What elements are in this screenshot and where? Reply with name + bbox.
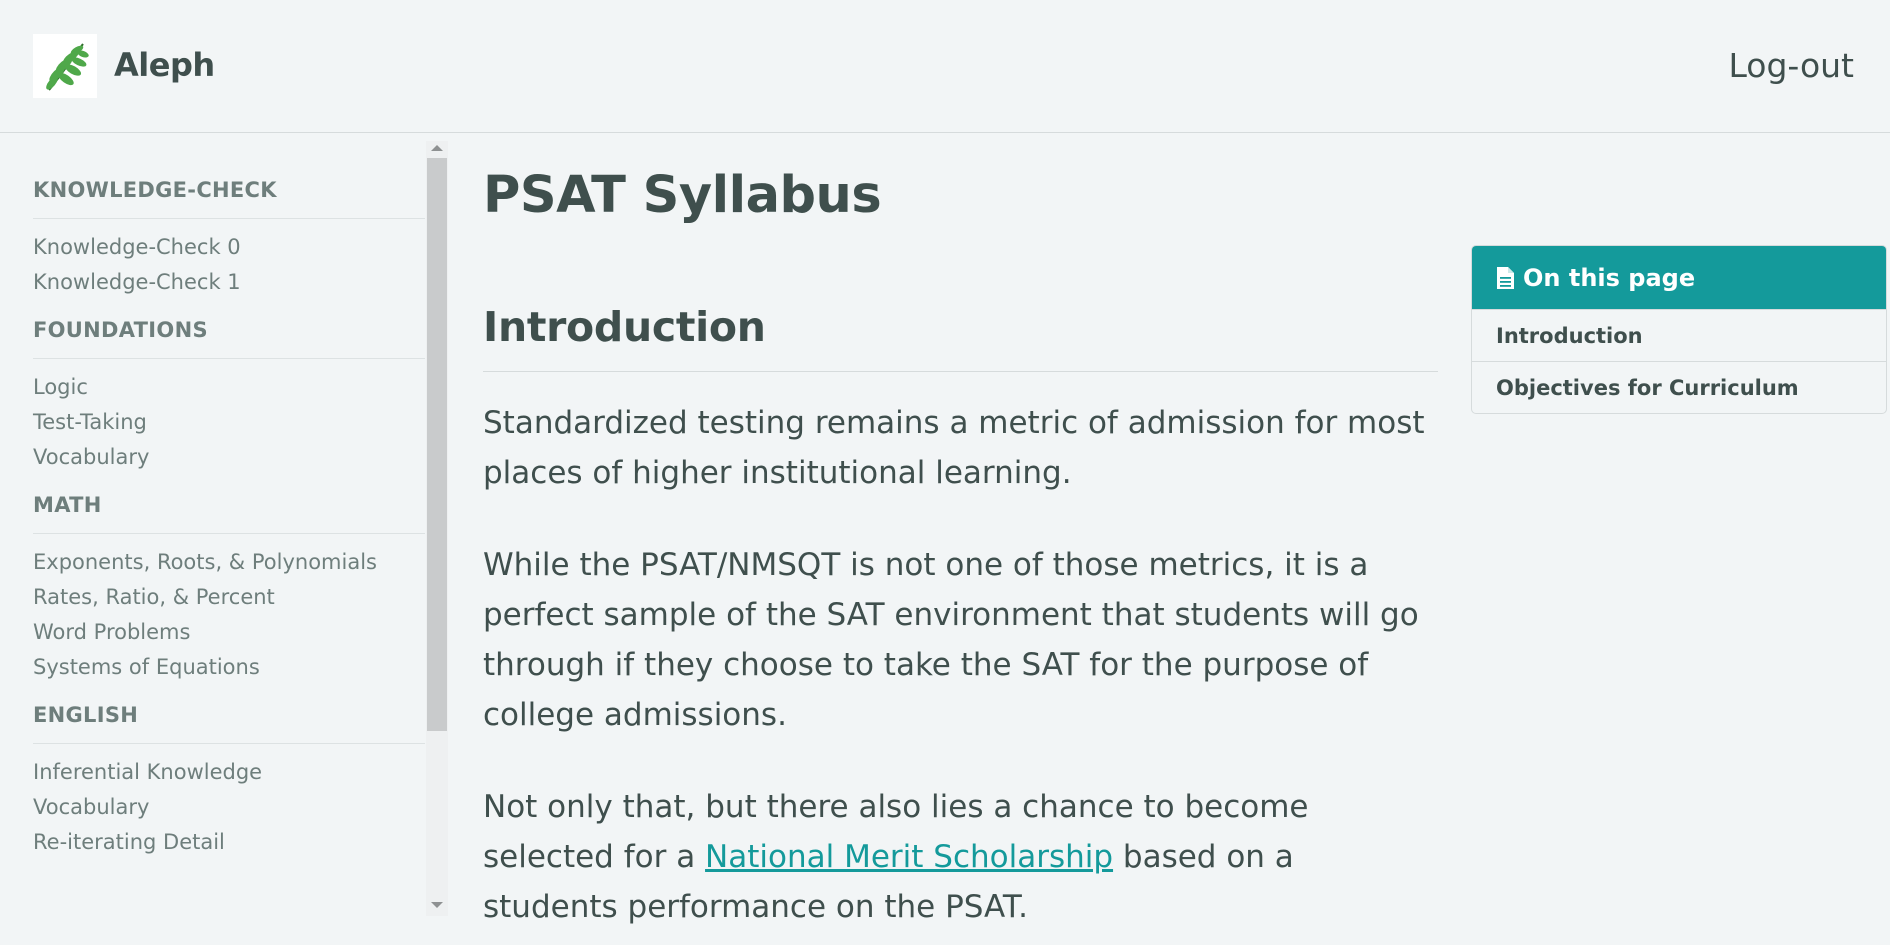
logout-link[interactable]: Log-out xyxy=(1728,46,1854,85)
sidebar-item-knowledge-check-1[interactable]: Knowledge-Check 1 xyxy=(33,266,425,301)
sidebar-item-logic[interactable]: Logic xyxy=(33,371,425,406)
national-merit-scholarship-link[interactable]: National Merit Scholarship xyxy=(705,839,1113,875)
scroll-down-arrow-icon[interactable] xyxy=(431,902,443,908)
toc-title: On this page xyxy=(1523,263,1696,292)
sidebar-section-english: ENGLISH Inferential Knowledge Vocabulary… xyxy=(33,702,425,861)
scroll-up-arrow-icon[interactable] xyxy=(431,145,443,151)
sidebar-section-title: ENGLISH xyxy=(33,702,425,744)
introduction-heading: Introduction xyxy=(483,303,1438,372)
sidebar-nav: KNOWLEDGE-CHECK Knowledge-Check 0 Knowle… xyxy=(33,177,425,877)
top-header: Aleph Log-out xyxy=(0,0,1890,133)
sidebar-section-title: MATH xyxy=(33,492,425,534)
brand-name[interactable]: Aleph xyxy=(114,46,215,84)
scrollbar-thumb[interactable] xyxy=(427,158,447,731)
sidebar-item-re-iterating-detail[interactable]: Re-iterating Detail xyxy=(33,826,425,861)
on-this-page-panel: On this page Introduction Objectives for… xyxy=(1471,245,1887,414)
sidebar: KNOWLEDGE-CHECK Knowledge-Check 0 Knowle… xyxy=(0,141,448,916)
sidebar-item-english-vocabulary[interactable]: Vocabulary xyxy=(33,791,425,826)
sidebar-item-test-taking[interactable]: Test-Taking xyxy=(33,406,425,441)
sidebar-section-foundations: FOUNDATIONS Logic Test-Taking Vocabulary xyxy=(33,317,425,476)
page-title: PSAT Syllabus xyxy=(483,166,882,225)
intro-paragraph-2: While the PSAT/NMSQT is not one of those… xyxy=(483,547,1419,733)
sidebar-item-word-problems[interactable]: Word Problems xyxy=(33,616,425,651)
sidebar-item-knowledge-check-0[interactable]: Knowledge-Check 0 xyxy=(33,231,425,266)
sidebar-item-inferential-knowledge[interactable]: Inferential Knowledge xyxy=(33,756,425,791)
fern-logo-icon[interactable] xyxy=(33,34,97,98)
toc-item-introduction[interactable]: Introduction xyxy=(1472,309,1886,361)
toc-header: On this page xyxy=(1472,246,1886,309)
sidebar-item-exponents[interactable]: Exponents, Roots, & Polynomials xyxy=(33,546,425,581)
sidebar-section-math: MATH Exponents, Roots, & Polynomials Rat… xyxy=(33,492,425,686)
sidebar-section-title: FOUNDATIONS xyxy=(33,317,425,359)
intro-paragraph-3: Not only that, but there also lies a cha… xyxy=(483,782,1438,932)
sidebar-item-rates-ratio[interactable]: Rates, Ratio, & Percent xyxy=(33,581,425,616)
sidebar-section-title: KNOWLEDGE-CHECK xyxy=(33,177,425,219)
sidebar-scrollbar[interactable] xyxy=(426,141,448,916)
sidebar-item-systems-of-equations[interactable]: Systems of Equations xyxy=(33,651,425,686)
sidebar-item-vocabulary[interactable]: Vocabulary xyxy=(33,441,425,476)
intro-paragraph-1: Standardized testing remains a metric of… xyxy=(483,405,1425,491)
main-content: PSAT Syllabus Introduction Standardized … xyxy=(483,133,1438,932)
toc-item-objectives[interactable]: Objectives for Curriculum xyxy=(1472,361,1886,413)
sidebar-section-knowledge-check: KNOWLEDGE-CHECK Knowledge-Check 0 Knowle… xyxy=(33,177,425,301)
document-icon xyxy=(1496,266,1515,290)
